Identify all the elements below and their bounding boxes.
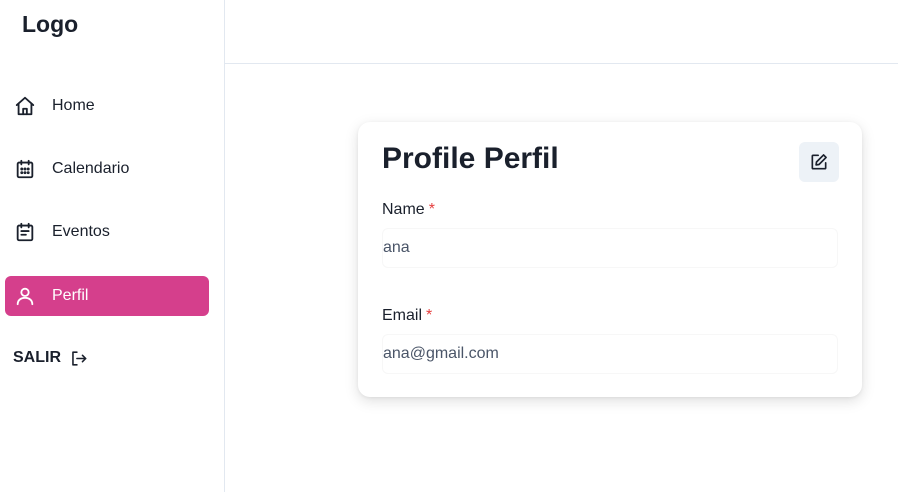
required-marker: * bbox=[428, 201, 435, 218]
logout-icon bbox=[69, 348, 89, 368]
email-field[interactable]: ana@gmail.com bbox=[382, 334, 838, 374]
sidebar-item-home[interactable]: Home bbox=[5, 86, 209, 126]
page-title: Profile Perfil bbox=[382, 142, 559, 175]
name-field[interactable]: ana bbox=[382, 228, 838, 268]
name-value: ana bbox=[383, 239, 410, 256]
logout-label: SALIR bbox=[13, 349, 61, 366]
email-label-text: Email bbox=[382, 307, 423, 324]
name-label: Name * bbox=[382, 201, 435, 219]
sidebar-item-label: Home bbox=[52, 97, 95, 114]
email-label: Email * bbox=[382, 307, 432, 325]
sidebar-item-label: Perfil bbox=[52, 287, 89, 304]
edit-icon bbox=[809, 152, 829, 172]
logout-button[interactable]: SALIR bbox=[13, 346, 89, 370]
required-marker: * bbox=[426, 307, 433, 324]
sidebar-item-label: Eventos bbox=[52, 223, 110, 240]
sidebar-item-label: Calendario bbox=[52, 160, 130, 177]
logo: Logo bbox=[22, 11, 79, 37]
top-bar bbox=[225, 0, 898, 64]
sidebar-item-calendario[interactable]: Calendario bbox=[5, 149, 209, 189]
calendar-icon bbox=[14, 158, 36, 180]
name-label-text: Name bbox=[382, 201, 425, 218]
event-icon bbox=[14, 221, 36, 243]
edit-button[interactable] bbox=[799, 142, 839, 182]
sidebar-item-perfil[interactable]: Perfil bbox=[5, 276, 209, 316]
user-icon bbox=[14, 285, 36, 307]
sidebar: Logo Home Calendario Eventos Perfil SALI… bbox=[0, 0, 225, 492]
home-icon bbox=[14, 95, 36, 117]
sidebar-item-eventos[interactable]: Eventos bbox=[5, 212, 209, 252]
email-value: ana@gmail.com bbox=[383, 345, 499, 362]
profile-card: Profile Perfil Name * ana Email * ana@gmai… bbox=[358, 122, 862, 397]
